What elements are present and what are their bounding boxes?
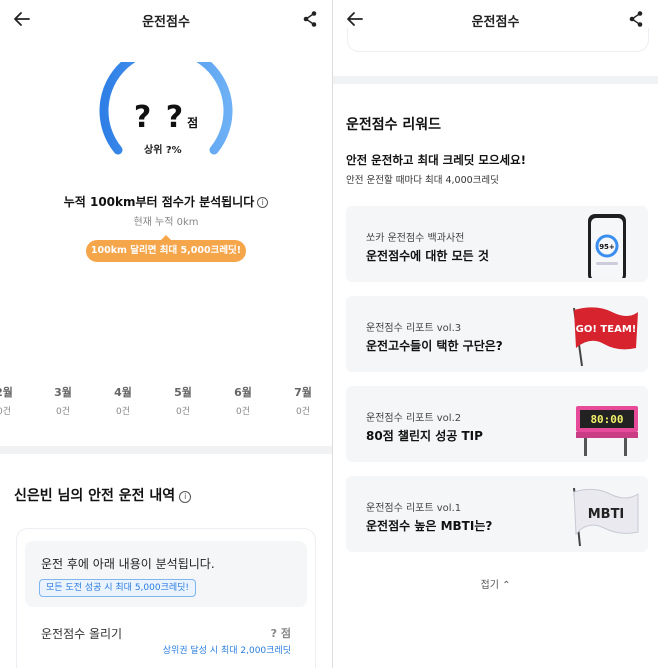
collapse-label: 접기 (480, 580, 499, 591)
monthly-history: 2월 0건 3월 0건 4월 0건 5월 0건 6월 0건 7월 0건 (0, 384, 332, 424)
scoreboard-text: 80:00 (590, 413, 623, 426)
article-kicker: 운전점수 리포트 vol.2 (366, 413, 462, 424)
chevron-up-icon: ⌃ (502, 580, 511, 591)
svg-text:95+: 95+ (599, 243, 615, 251)
article-headline: 운전점수에 대한 모든 것 (366, 249, 489, 263)
month-count: 0건 (0, 407, 11, 417)
month-label: 2월 (0, 386, 13, 399)
share-icon[interactable] (302, 10, 318, 28)
month-count: 0건 (175, 407, 190, 417)
article-headline: 80점 챌린지 성공 TIP (366, 429, 483, 443)
month-item[interactable]: 7월 0건 (288, 384, 318, 417)
month-count: 0건 (55, 407, 70, 417)
month-item[interactable]: 5월 0건 (168, 384, 198, 417)
flag-icon: MBTI (573, 487, 639, 547)
challenge-tag: 모든 도전 성공 시 최대 5,000크레딧! (39, 579, 197, 597)
collapse-button[interactable]: 접기 ⌃ (333, 576, 658, 591)
share-icon[interactable] (628, 10, 644, 28)
analysis-message-text: 누적 100km부터 점수가 분석됩니다 (63, 195, 255, 209)
analysis-box: 운전 후에 아래 내용이 분석됩니다. 모든 도전 성공 시 최대 5,000크… (25, 541, 307, 607)
month-label: 4월 (114, 386, 132, 399)
score-unit: 점 (187, 116, 199, 130)
article-headline: 운전점수 높은 MBTI는? (366, 519, 493, 533)
month-count: 0건 (295, 407, 310, 417)
reward-headline: 안전 운전하고 최대 크레딧 모으세요! (346, 153, 526, 167)
history-card: 운전 후에 아래 내용이 분석됩니다. 모든 도전 성공 시 최대 5,000크… (16, 528, 316, 668)
month-count: 0건 (115, 407, 130, 417)
reward-sub: 안전 운전할 때마다 최대 4,000크레딧 (346, 175, 499, 186)
history-title: 신은빈 님의 안전 운전 내역 i (14, 485, 192, 505)
article-kicker: 쏘카 운전점수 백과사전 (366, 233, 465, 244)
reward-pill: 100km 달리면 최대 5,000크레딧! (86, 235, 246, 262)
score-up-label: 운전점수 올리기 (41, 627, 123, 641)
analysis-message: 누적 100km부터 점수가 분석됩니다 i (0, 193, 332, 210)
previous-card-edge (347, 28, 649, 52)
article-headline: 운전고수들이 택한 구단은? (366, 339, 503, 353)
month-label: 3월 (54, 386, 72, 399)
info-icon[interactable]: i (257, 197, 269, 208)
month-item[interactable]: 4월 0건 (108, 384, 138, 417)
history-title-text: 신은빈 님의 안전 운전 내역 (14, 488, 176, 504)
article-card[interactable]: 운전점수 리포트 vol.2 80점 챌린지 성공 TIP 80:00 (346, 386, 648, 462)
article-card[interactable]: 운전점수 리포트 vol.1 운전점수 높은 MBTI는? MBTI (346, 476, 648, 552)
left-screen: 운전점수 ? ? 점 상위 ?% 누적 100km부터 점수가 분석됩니다 i 현재… (0, 0, 332, 668)
month-label: 7월 (294, 386, 312, 399)
month-count: 0건 (235, 407, 250, 417)
app-header: 운전점수 (0, 0, 332, 40)
page-title: 운전점수 (142, 15, 190, 30)
cumulative-distance: 현재 누적 0km (133, 217, 199, 228)
score-up-note: 상위권 달성 시 최대 2,000크레딧 (162, 646, 291, 656)
analysis-text: 운전 후에 아래 내용이 분석됩니다. (41, 557, 215, 571)
month-item[interactable]: 2월 0건 (0, 384, 19, 417)
article-kicker: 운전점수 리포트 vol.1 (366, 503, 462, 514)
scoreboard-icon: 80:00 (576, 406, 638, 456)
phone-icon: 95+ (588, 214, 626, 278)
month-item[interactable]: 6월 0건 (228, 384, 258, 417)
article-card[interactable]: 쏘카 운전점수 백과사전 운전점수에 대한 모든 것 95+ (346, 206, 648, 282)
right-screen: 운전점수 운전점수 리워드 안전 운전하고 최대 크레딧 모으세요! 안전 운전… (333, 0, 658, 668)
section-divider (333, 76, 658, 84)
info-icon[interactable]: i (179, 491, 192, 503)
score-up-points: ? 점 (270, 627, 291, 640)
month-item[interactable]: 3월 0건 (48, 384, 78, 417)
flag-text: GO! TEAM! (576, 324, 637, 335)
section-divider (0, 446, 332, 454)
reward-title: 운전점수 리워드 (346, 117, 442, 133)
score-value: ? ? (133, 100, 186, 135)
month-label: 6월 (234, 386, 252, 399)
rank-text: 상위 ?% (144, 145, 182, 156)
flag-text: MBTI (588, 507, 625, 522)
article-kicker: 운전점수 리포트 vol.3 (366, 323, 462, 334)
flag-icon: GO! TEAM! (573, 307, 638, 367)
month-label: 5월 (174, 386, 192, 399)
article-card[interactable]: 운전점수 리포트 vol.3 운전고수들이 택한 구단은? GO! TEAM! (346, 296, 648, 372)
score-display: ? ? 점 (0, 100, 332, 135)
